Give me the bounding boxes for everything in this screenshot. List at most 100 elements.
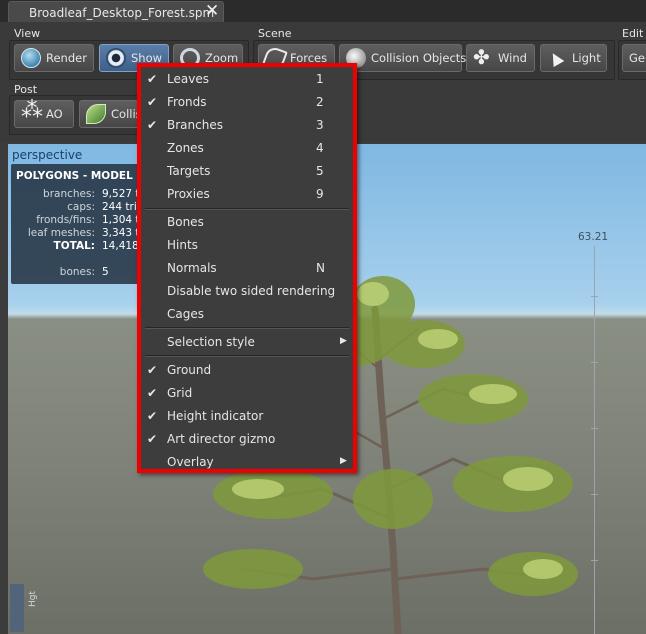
menu-item-label: Art director gizmo — [167, 432, 276, 446]
menu-item-shortcut: 9 — [316, 187, 324, 201]
menu-item-shortcut: 4 — [316, 141, 324, 155]
menu-item-normals[interactable]: Normals N — [141, 257, 353, 280]
height-indicator — [594, 246, 595, 634]
stat-total-value: 14,418 — [102, 240, 139, 252]
menu-item-height-indicator[interactable]: ✔ Height indicator — [141, 405, 353, 428]
submenu-arrow-icon: ▶ — [340, 456, 347, 466]
show-dropdown-menu: ✔ Leaves 1 ✔ Fronds 2 ✔ Branches 3 Zones… — [137, 63, 357, 473]
stat-label: caps: — [67, 201, 95, 213]
menu-item-hints[interactable]: Hints — [141, 234, 353, 257]
menu-item-label: Zones — [167, 141, 204, 155]
view-group-label: View — [14, 27, 41, 40]
eye-icon — [106, 48, 126, 68]
menu-item-overlay[interactable]: Overlay ▶ — [141, 451, 353, 474]
menu-item-cages[interactable]: Cages — [141, 303, 353, 326]
collision-objects-button-label: Collision Objects — [371, 51, 467, 65]
light-icon — [547, 48, 567, 68]
checkmark-icon: ✔ — [147, 386, 158, 400]
menu-item-fronds[interactable]: ✔ Fronds 2 — [141, 91, 353, 114]
menu-item-label: Grid — [167, 386, 193, 400]
edit-group-label: Edit — [622, 27, 644, 40]
stat-value: 1,304 t — [102, 214, 140, 226]
stat-value: 9,527 t — [102, 188, 140, 200]
menu-item-art-director-gizmo[interactable]: ✔ Art director gizmo — [141, 428, 353, 451]
scene-group-label: Scene — [258, 27, 292, 40]
menu-item-label: Branches — [167, 118, 223, 132]
wind-icon — [473, 45, 493, 69]
render-button[interactable]: Render — [14, 44, 94, 72]
render-button-label: Render — [46, 51, 87, 65]
menu-item-leaves[interactable]: ✔ Leaves 1 — [141, 68, 353, 91]
menu-item-label: Fronds — [167, 95, 207, 109]
stats-title: POLYGONS - MODEL — [16, 170, 133, 182]
menu-item-label: Bones — [167, 215, 204, 229]
menu-item-label: Cages — [167, 307, 204, 321]
stat-value: 3,343 t — [102, 227, 140, 239]
wind-button-label: Wind — [498, 51, 527, 65]
menu-item-zones[interactable]: Zones 4 — [141, 137, 353, 160]
menu-item-label: Ground — [167, 363, 212, 377]
collision-objects-button[interactable]: Collision Objects — [339, 44, 466, 72]
menu-item-shortcut: 2 — [316, 95, 324, 109]
menu-item-label: Proxies — [167, 187, 210, 201]
menu-item-label: Leaves — [167, 72, 209, 86]
submenu-arrow-icon: ▶ — [340, 336, 347, 346]
close-icon[interactable]: ✕ — [205, 1, 219, 21]
menu-item-proxies[interactable]: Proxies 9 — [141, 183, 353, 206]
checkmark-icon: ✔ — [147, 432, 158, 446]
menu-item-label: Normals — [167, 261, 217, 275]
stat-value: 5 — [102, 266, 109, 278]
leaf-collision-icon — [86, 104, 106, 124]
menu-item-label: Hints — [167, 238, 198, 252]
generate-button[interactable]: Gen — [622, 44, 646, 72]
menu-item-branches[interactable]: ✔ Branches 3 — [141, 114, 353, 137]
menu-separator — [145, 327, 349, 329]
menu-item-label: Disable two sided rendering — [167, 284, 336, 298]
checkmark-icon: ✔ — [147, 72, 158, 86]
stat-label: branches: — [43, 188, 95, 200]
menu-item-grid[interactable]: ✔ Grid — [141, 382, 353, 405]
gizmo-label: Hgt — [28, 590, 38, 607]
checkmark-icon: ✔ — [147, 118, 158, 132]
art-director-gizmo[interactable] — [10, 584, 24, 632]
menu-item-shortcut: 5 — [316, 164, 324, 178]
menu-item-ground[interactable]: ✔ Ground — [141, 359, 353, 382]
menu-separator — [145, 208, 349, 210]
height-tick — [591, 296, 598, 297]
menu-item-shortcut: 3 — [316, 118, 324, 132]
stat-label: bones: — [59, 266, 95, 278]
ao-button-label: AO — [46, 107, 63, 121]
menu-item-selection-style[interactable]: Selection style ▶ — [141, 331, 353, 354]
menu-item-targets[interactable]: Targets 5 — [141, 160, 353, 183]
height-tick — [591, 494, 598, 495]
height-tick — [591, 560, 598, 561]
menu-item-shortcut: 1 — [316, 72, 324, 86]
ao-button[interactable]: AO — [14, 98, 74, 128]
menu-item-label: Selection style — [167, 335, 255, 349]
ao-icon — [21, 98, 43, 124]
globe-icon — [21, 48, 41, 68]
height-tick — [591, 362, 598, 363]
stat-total-label: TOTAL: — [53, 240, 95, 252]
checkmark-icon: ✔ — [147, 95, 158, 109]
generate-button-label: Gen — [629, 51, 646, 65]
menu-item-disable-two-sided-rendering[interactable]: Disable two sided rendering — [141, 280, 353, 303]
height-indicator-value: 63.21 — [578, 231, 609, 243]
stat-value: 244 tri — [102, 201, 137, 213]
stat-label: leaf meshes: — [27, 227, 95, 239]
stat-label: fronds/fins: — [36, 214, 95, 226]
checkmark-icon: ✔ — [147, 409, 158, 423]
menu-item-bones[interactable]: Bones — [141, 211, 353, 234]
light-button[interactable]: Light — [540, 44, 607, 72]
menu-item-label: Overlay — [167, 455, 214, 469]
document-tab[interactable]: Broadleaf_Desktop_Forest.spm ✕ — [8, 1, 224, 22]
menu-item-shortcut: N — [316, 261, 325, 275]
document-tab-title: Broadleaf_Desktop_Forest.spm — [29, 6, 215, 20]
height-tick — [591, 428, 598, 429]
viewport-camera-label[interactable]: perspective — [12, 148, 82, 162]
light-button-label: Light — [572, 51, 601, 65]
menu-item-label: Targets — [167, 164, 211, 178]
wind-button[interactable]: Wind — [466, 44, 535, 72]
document-tab-bar: Broadleaf_Desktop_Forest.spm ✕ — [0, 0, 646, 23]
menu-item-label: Height indicator — [167, 409, 264, 423]
